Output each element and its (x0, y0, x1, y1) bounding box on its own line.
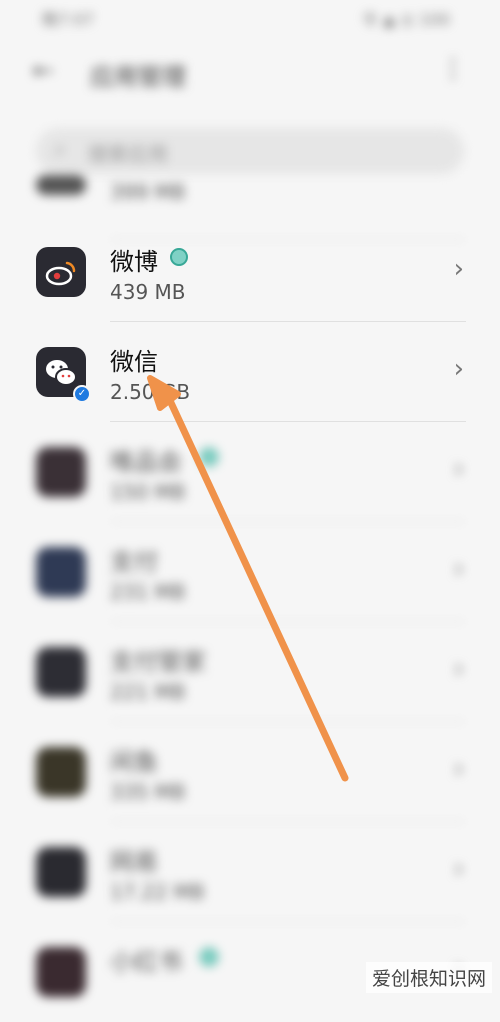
annotation-arrow-icon (147, 375, 349, 782)
watermark: 爱创根知识网 (365, 962, 492, 993)
